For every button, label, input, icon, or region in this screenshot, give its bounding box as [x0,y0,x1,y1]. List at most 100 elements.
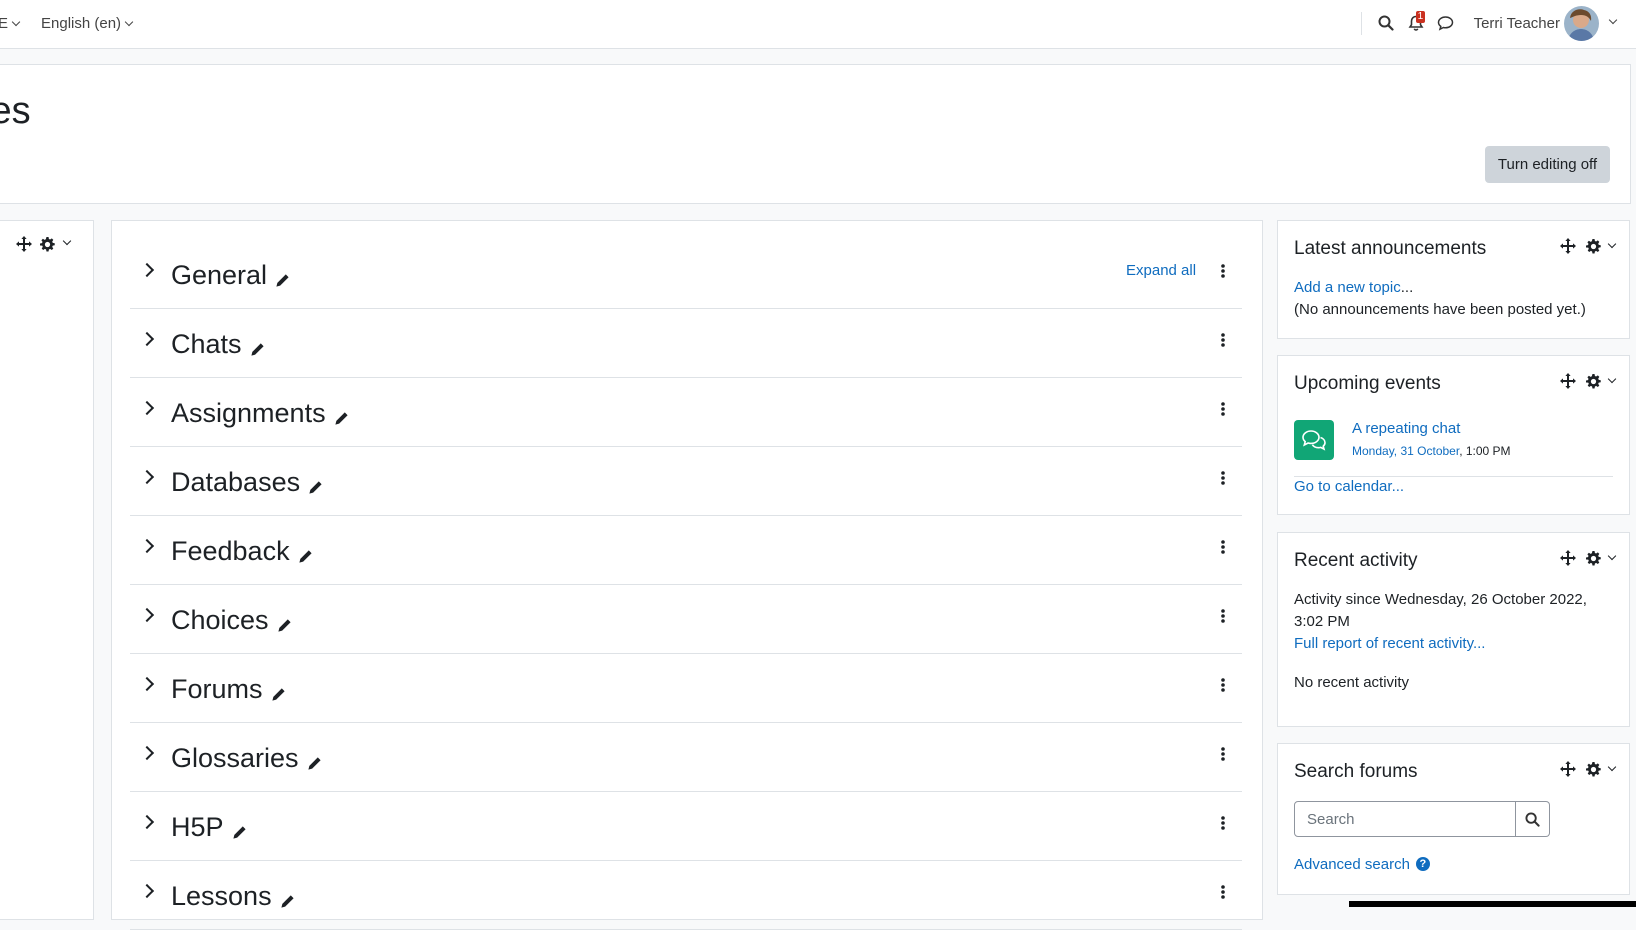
chevron-right-icon[interactable] [139,538,155,554]
pencil-icon[interactable] [250,333,265,364]
latest-announcements-block: Latest announcements Add a new topic... … [1277,220,1630,339]
event-date-link[interactable]: Monday, 31 October [1352,444,1459,458]
chevron-down-icon[interactable] [1607,762,1617,772]
chevron-right-icon[interactable] [139,676,155,692]
search-icon[interactable] [1376,13,1396,33]
section-title[interactable]: Forums [171,670,286,709]
move-icon[interactable] [1560,761,1576,777]
navbar-right: 1 Terri Teacher [1360,0,1636,46]
kebab-menu-icon[interactable] [1217,607,1229,625]
cut-menu-label: E [0,14,9,32]
pencil-icon[interactable] [334,402,349,433]
pencil-icon[interactable] [275,264,290,295]
ellipsis-text: ... [1400,279,1414,296]
gear-icon[interactable] [1586,373,1601,389]
move-icon[interactable] [1560,373,1576,389]
forum-search-form [1294,801,1550,837]
avatar[interactable] [1564,5,1599,41]
pencil-icon[interactable] [308,471,323,502]
forum-search-input[interactable] [1294,801,1516,837]
pencil-icon[interactable] [271,678,286,709]
pencil-icon[interactable] [298,540,313,571]
left-block-region [0,220,94,920]
notifications-bell-icon[interactable]: 1 [1406,11,1426,33]
block-title: Recent activity [1294,550,1418,571]
section-title[interactable]: Assignments [171,394,349,433]
section-title[interactable]: H5P [171,808,247,847]
kebab-menu-icon[interactable] [1217,469,1229,487]
gear-icon[interactable] [1586,550,1601,566]
section-title[interactable]: General [171,256,290,295]
move-icon[interactable] [1560,238,1576,254]
section-title[interactable]: Databases [171,463,323,502]
block-tools [1560,373,1617,389]
left-block-tools [16,236,72,252]
messages-icon[interactable] [1436,13,1456,33]
kebab-menu-icon[interactable] [1217,745,1229,763]
kebab-menu-icon[interactable] [1217,538,1229,556]
chevron-right-icon[interactable] [139,331,155,347]
page-title: les [0,90,31,132]
event-link[interactable]: A repeating chat [1352,420,1460,437]
course-section: Feedback [130,516,1242,585]
chevron-right-icon[interactable] [139,469,155,485]
chevron-right-icon[interactable] [139,883,155,899]
add-new-topic-link[interactable]: Add a new topic [1294,279,1401,296]
section-title-text: Choices [171,605,269,635]
chevron-down-icon[interactable] [1607,239,1617,249]
chevron-down-icon[interactable] [1607,374,1617,384]
help-icon[interactable]: ? [1415,857,1430,872]
pencil-icon[interactable] [307,747,322,778]
add-topic-line: Add a new topic... [1294,279,1413,296]
section-title[interactable]: Choices [171,601,292,640]
kebab-menu-icon[interactable] [1217,883,1229,901]
chevron-down-icon [11,17,21,26]
pencil-icon[interactable] [280,885,295,916]
advanced-search-link[interactable]: Advanced search [1294,856,1410,873]
event-time: , 1:00 PM [1459,444,1511,458]
chevron-right-icon[interactable] [139,607,155,623]
chevron-right-icon[interactable] [139,745,155,761]
kebab-menu-icon[interactable] [1217,676,1229,694]
user-menu-chevron-icon[interactable] [1608,15,1618,25]
block-title: Search forums [1294,761,1418,782]
cut-menu-dropdown[interactable]: E [0,14,21,32]
section-title[interactable]: Glossaries [171,739,322,778]
section-title-text: Glossaries [171,743,299,773]
course-section: Chats [130,309,1242,378]
kebab-menu-icon[interactable] [1217,400,1229,418]
language-dropdown[interactable]: English (en) [41,15,134,32]
section-title[interactable]: Lessons [171,877,295,916]
chevron-down-icon[interactable] [1607,551,1617,561]
chevron-down-icon[interactable] [62,236,72,246]
section-title[interactable]: Feedback [171,532,313,571]
section-title-text: General [171,260,268,290]
no-announcements-text: (No announcements have been posted yet.) [1294,301,1586,318]
gear-icon[interactable] [40,236,55,252]
expand-all-link[interactable]: Expand all [1126,262,1196,279]
full-report-link[interactable]: Full report of recent activity... [1294,635,1485,652]
section-title[interactable]: Chats [171,325,265,364]
kebab-menu-icon[interactable] [1217,814,1229,832]
kebab-menu-icon[interactable] [1217,262,1229,280]
gear-icon[interactable] [1586,761,1601,777]
user-name[interactable]: Terri Teacher [1474,15,1560,32]
move-icon[interactable] [1560,550,1576,566]
chevron-right-icon[interactable] [139,814,155,830]
chat-icon [1294,420,1334,460]
search-icon[interactable] [1516,801,1550,837]
block-title: Upcoming events [1294,373,1441,394]
course-section: Databases [130,447,1242,516]
chevron-right-icon[interactable] [139,262,155,278]
move-icon[interactable] [16,236,32,252]
turn-editing-off-button[interactable]: Turn editing off [1485,146,1610,183]
pencil-icon[interactable] [232,816,247,847]
pencil-icon[interactable] [277,609,292,640]
notification-count-badge: 1 [1415,11,1426,23]
go-to-calendar-link[interactable]: Go to calendar... [1294,478,1404,495]
kebab-menu-icon[interactable] [1217,331,1229,349]
gear-icon[interactable] [1586,238,1601,254]
navbar-divider [1360,11,1362,35]
chevron-right-icon[interactable] [139,400,155,416]
section-title-text: Chats [171,329,242,359]
